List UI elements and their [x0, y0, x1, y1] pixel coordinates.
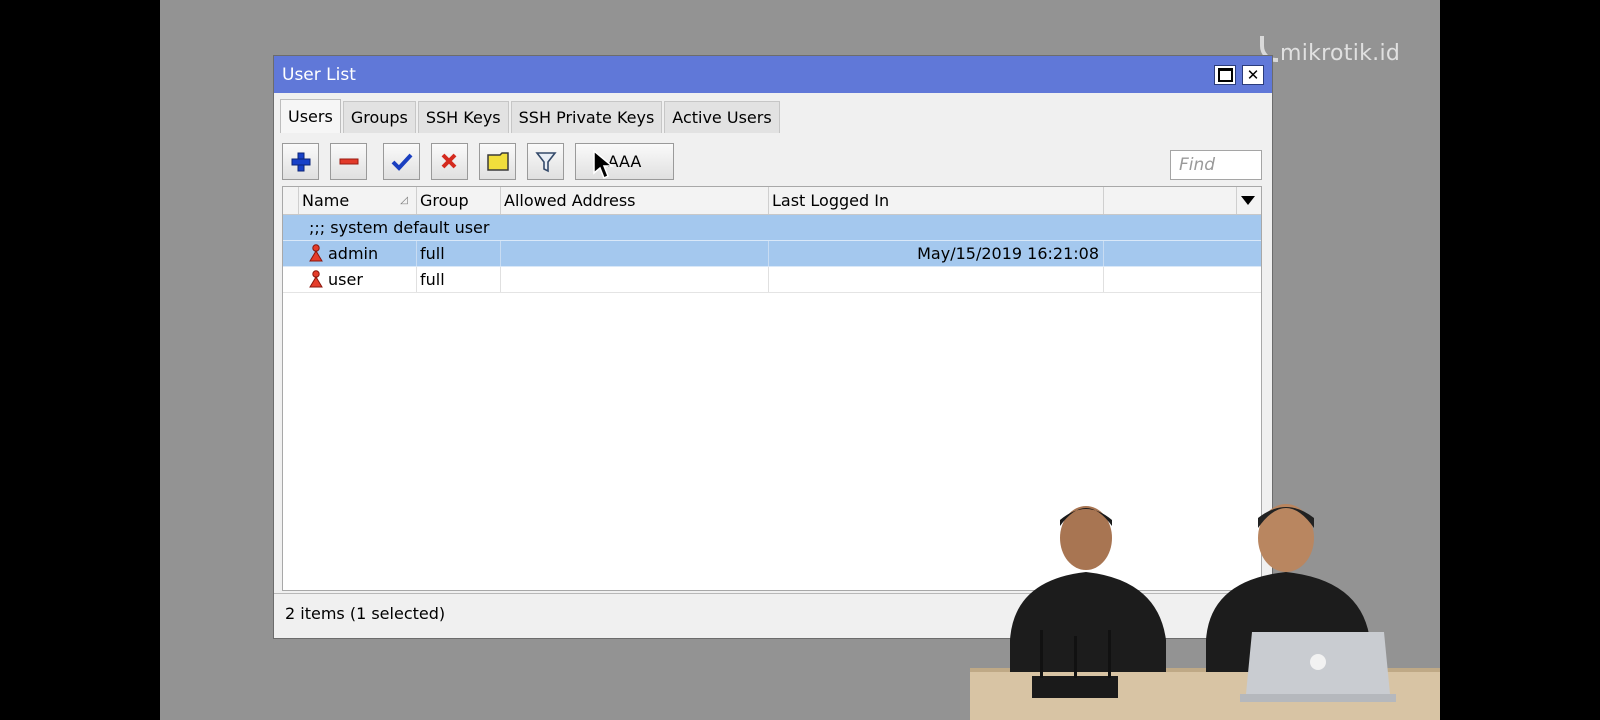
column-header-group[interactable]: Group: [417, 187, 501, 214]
find-input[interactable]: [1170, 150, 1262, 180]
tab-ssh-keys[interactable]: SSH Keys: [417, 101, 509, 133]
video-frame: mikrotik.id User List ✕ Users Groups SSH…: [160, 0, 1440, 720]
user-icon: [309, 270, 323, 288]
cell-group: full: [417, 241, 501, 266]
user-icon: [309, 244, 323, 262]
close-icon: ✕: [1246, 65, 1260, 84]
sort-ascending-icon: ◿: [400, 195, 408, 206]
note-icon: [486, 151, 509, 171]
checkmark-icon: [391, 153, 412, 171]
cell-blank: [1104, 241, 1261, 266]
close-button[interactable]: ✕: [1242, 65, 1264, 85]
column-header-name[interactable]: Name ◿: [299, 187, 417, 214]
column-header-name-label: Name: [302, 191, 350, 210]
comment-text: ;;; system default user: [309, 218, 490, 237]
x-icon: [441, 153, 456, 168]
enable-button[interactable]: [383, 143, 420, 180]
column-header-last-logged-in[interactable]: Last Logged In: [769, 187, 1104, 214]
column-header-blank: [1104, 187, 1237, 214]
tab-users[interactable]: Users: [280, 99, 341, 133]
column-menu-button[interactable]: [1235, 187, 1261, 214]
minus-icon: [339, 158, 358, 164]
tab-groups[interactable]: Groups: [342, 101, 416, 133]
comment-row[interactable]: ;;; system default user: [283, 215, 1261, 241]
cell-last-logged-in: May/15/2019 16:21:08: [769, 241, 1104, 266]
tab-bar: Users Groups SSH Keys SSH Private Keys A…: [280, 99, 782, 133]
cell-name: user: [299, 267, 417, 292]
watermark-text: mikrotik.id: [1280, 41, 1401, 66]
plus-icon: [291, 152, 310, 171]
comment-button[interactable]: [479, 143, 516, 180]
cell-blank: [1104, 267, 1261, 292]
presenters-illustration: [970, 504, 1440, 720]
table-header: Name ◿ Group Allowed Address Last Logged…: [283, 187, 1261, 215]
remove-button[interactable]: [330, 143, 367, 180]
tab-active-users[interactable]: Active Users: [664, 101, 780, 133]
dropdown-arrow-icon: [1241, 196, 1255, 205]
window-title: User List: [282, 64, 356, 85]
tab-ssh-private-keys[interactable]: SSH Private Keys: [510, 101, 663, 133]
aaa-button[interactable]: AAA: [575, 143, 674, 180]
cell-group: full: [417, 267, 501, 292]
toolbar: AAA: [282, 143, 685, 180]
header-spacer: [283, 187, 299, 214]
cell-name: admin: [299, 241, 417, 266]
table-row[interactable]: admin full May/15/2019 16:21:08: [283, 241, 1261, 267]
user-name: user: [328, 270, 363, 289]
filter-icon: [534, 151, 557, 172]
table-row[interactable]: user full: [283, 267, 1261, 293]
cell-allowed-address: [501, 241, 769, 266]
user-name: admin: [328, 244, 379, 263]
add-button[interactable]: [282, 143, 319, 180]
watermark: mikrotik.id: [1260, 36, 1400, 66]
maximize-icon: [1217, 68, 1233, 82]
disable-button[interactable]: [431, 143, 468, 180]
cell-allowed-address: [501, 267, 769, 292]
window-titlebar[interactable]: User List ✕: [274, 56, 1272, 93]
cell-last-logged-in: [769, 267, 1104, 292]
column-header-allowed-address[interactable]: Allowed Address: [501, 187, 769, 214]
maximize-button[interactable]: [1214, 65, 1236, 85]
filter-button[interactable]: [527, 143, 564, 180]
